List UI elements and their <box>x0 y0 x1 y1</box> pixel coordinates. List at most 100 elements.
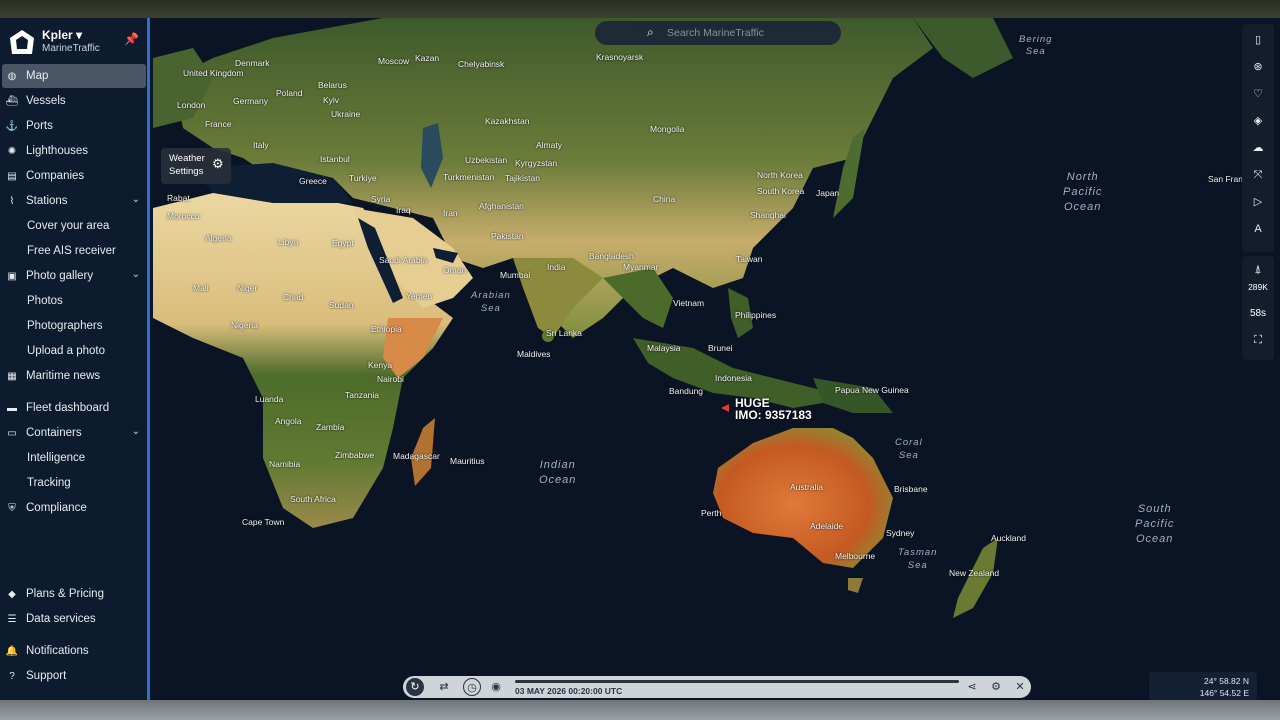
place-label: Oman <box>443 265 467 275</box>
place-label: Syria <box>371 194 391 204</box>
place-label: New Zealand <box>949 568 1000 578</box>
search-bar[interactable]: ⌕ <box>595 21 841 45</box>
place-label: Myanmar <box>623 262 659 272</box>
place-label: Nigeria <box>231 320 258 330</box>
sidebar-item-compliance[interactable]: ⛨ Compliance <box>2 496 146 520</box>
database-icon: ☰ <box>7 613 17 625</box>
place-label: London <box>177 100 206 110</box>
place-label: United Kingdom <box>183 68 244 78</box>
layers-icon[interactable]: ◈ <box>1248 111 1268 131</box>
gear-icon: ⚙ <box>212 156 224 171</box>
brand-name[interactable]: Kpler ▾ <box>42 28 82 42</box>
vessel-count: 289K <box>1248 282 1268 292</box>
timeline-slider[interactable] <box>515 680 959 683</box>
place-label: Kazakhstan <box>485 116 530 126</box>
vessel-arrow-icon[interactable] <box>721 404 729 412</box>
list-icon[interactable]: ⇄ <box>435 678 453 696</box>
favorites-icon[interactable]: ♡ <box>1248 84 1268 104</box>
latitude: 24° 58.82 N <box>1204 676 1249 686</box>
place-label: San Fran <box>1208 174 1243 184</box>
map-layers-icon[interactable]: ▯ <box>1248 30 1268 50</box>
sidebar-item-cover-your-area[interactable]: Cover your area <box>2 214 146 238</box>
sidebar-item-upload-a-photo[interactable]: Upload a photo <box>2 339 146 363</box>
brand[interactable]: Kpler ▾ MarineTraffic 📌 <box>8 26 144 60</box>
sidebar-item-lighthouses[interactable]: ✺ Lighthouses <box>2 139 146 163</box>
place-label: Australia <box>790 482 824 492</box>
sidebar-item-ports[interactable]: ⚓ Ports <box>2 114 146 138</box>
place-label: Bangladesh <box>589 251 634 261</box>
place-label: Egypt <box>332 238 354 248</box>
chevron-down-icon: ⌄ <box>131 269 140 280</box>
place-label: Vietnam <box>673 298 705 308</box>
place-label: Istanbul <box>320 154 350 164</box>
sidebar-item-photos[interactable]: Photos <box>2 289 146 313</box>
place-label: Sri Lanka <box>546 328 582 338</box>
sidebar-item-tracking[interactable]: Tracking <box>2 471 146 495</box>
history-icon[interactable]: ↻ <box>406 678 424 696</box>
place-label: Adelaide <box>810 521 844 531</box>
place-label: Niger <box>237 283 258 293</box>
place-label: Iran <box>443 208 458 218</box>
help-icon: ? <box>9 670 15 682</box>
sidebar-item-support[interactable]: ? Support <box>2 664 146 688</box>
place-label: Angola <box>275 416 302 426</box>
close-icon[interactable]: ✕ <box>1011 678 1029 696</box>
place-label: Germany <box>233 96 268 106</box>
shield-icon: ⛨ <box>8 502 16 514</box>
place-label: Perth <box>701 508 722 518</box>
place-label: Sydney <box>886 528 915 538</box>
place-label: Ukraine <box>331 109 361 119</box>
place-label: Auckland <box>991 533 1026 543</box>
map-toolbar: ▯ ⊛ ♡ ◈ ☁ ⤧ ▷ A <box>1242 24 1274 252</box>
navigation-icon[interactable]: ⍋ <box>1242 262 1274 277</box>
fullscreen-icon[interactable]: ⛶ <box>1242 334 1274 347</box>
place-label: North Korea <box>757 170 803 180</box>
map-canvas[interactable]: Denmark Moscow Kazan Chelyabinsk Krasnoy… <box>153 18 1280 700</box>
sidebar-item-free-ais-receiver[interactable]: Free AIS receiver <box>2 239 146 263</box>
weather-icon[interactable]: ☁ <box>1248 138 1268 158</box>
play-icon[interactable]: ▷ <box>1248 192 1268 212</box>
gear-icon[interactable]: ⚙ <box>987 678 1005 696</box>
pin-icon[interactable]: 📌 <box>124 32 139 46</box>
place-label: Zambia <box>316 422 345 432</box>
routes-icon[interactable]: A <box>1248 219 1268 239</box>
place-label: Morocco <box>167 211 200 221</box>
place-label: Brisbane <box>894 484 928 494</box>
filters-icon[interactable]: ⊛ <box>1248 57 1268 77</box>
company-icon: ▤ <box>7 170 17 182</box>
place-label: Maldives <box>517 349 551 359</box>
sidebar-item-data-services[interactable]: ☰ Data services <box>2 607 146 631</box>
kpler-logo-icon <box>10 30 34 54</box>
sidebar-item-companies[interactable]: ▤ Companies <box>2 164 146 188</box>
target-icon[interactable]: ◉ <box>487 678 505 696</box>
sidebar-item-intelligence[interactable]: Intelligence <box>2 446 146 470</box>
search-input[interactable] <box>667 24 827 42</box>
sidebar-item-containers[interactable]: ▭ Containers ⌄ <box>2 421 146 445</box>
speed-icon[interactable]: ◷ <box>463 678 481 696</box>
place-label: Iraq <box>396 205 411 215</box>
measure-icon[interactable]: ⤧ <box>1248 165 1268 185</box>
place-label: Mongolia <box>650 124 685 134</box>
sidebar-item-photographers[interactable]: Photographers <box>2 314 146 338</box>
place-label: Namibia <box>269 459 301 469</box>
weather-settings-button[interactable]: Weather Settings ⚙ <box>161 148 231 184</box>
sidebar-item-fleet-dashboard[interactable]: ▬ Fleet dashboard <box>2 396 146 420</box>
place-label: Madagascar <box>393 451 440 461</box>
sidebar-item-plans-pricing[interactable]: ◆ Plans & Pricing <box>2 582 146 606</box>
place-label: Zimbabwe <box>335 450 375 460</box>
brand-subtitle: MarineTraffic <box>42 43 100 54</box>
share-icon[interactable]: ⋖ <box>963 678 981 696</box>
top-strip <box>0 0 1280 18</box>
sidebar-item-maritime-news[interactable]: ▦ Maritime news <box>2 364 146 388</box>
refresh-timer[interactable]: 58s <box>1242 308 1274 319</box>
sidebar-item-vessels[interactable]: ⛴ Vessels <box>2 89 146 113</box>
fleet-icon: ▬ <box>7 402 17 414</box>
sidebar-item-map[interactable]: ◍ Map <box>2 64 146 88</box>
place-label: Kyrgyzstan <box>515 158 558 168</box>
sidebar-item-stations[interactable]: ⌇ Stations ⌄ <box>2 189 146 213</box>
bottom-strip <box>0 700 1280 720</box>
map-stats: ⍋ 289K 58s ⛶ <box>1242 256 1274 360</box>
sidebar-item-notifications[interactable]: 🔔 Notifications <box>2 639 146 663</box>
place-label: Shanghai <box>750 210 786 220</box>
sidebar-item-photo-gallery[interactable]: ▣ Photo gallery ⌄ <box>2 264 146 288</box>
